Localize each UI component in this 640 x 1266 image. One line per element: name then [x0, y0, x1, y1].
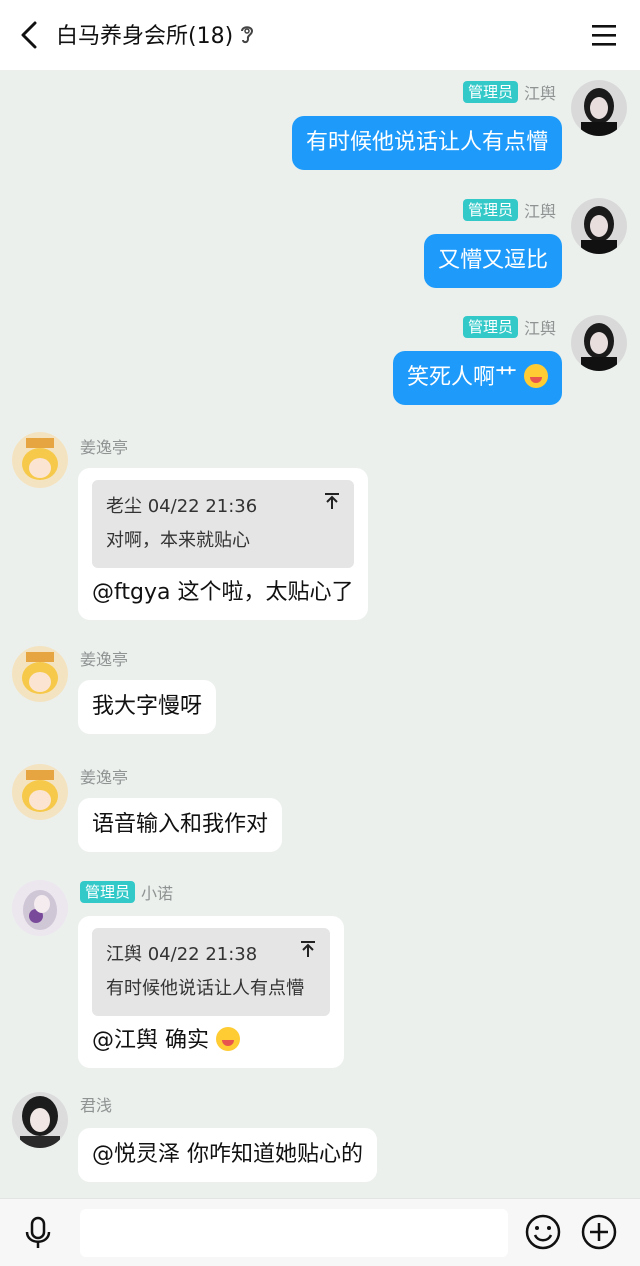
- quote-text: 有时候他说话让人有点懵: [106, 978, 304, 999]
- sender-name: 姜逸亭: [80, 438, 129, 457]
- avatar[interactable]: [12, 1092, 68, 1148]
- input-bar: [0, 1198, 640, 1266]
- message-bubble[interactable]: 老尘 04/22 21:36 对啊，本来就贴心 @ftgya 这个啦，太贴心了: [78, 468, 368, 620]
- message-bubble[interactable]: @悦灵泽 你咋知道她贴心的: [78, 1128, 377, 1182]
- message-text: 语音输入和我作对: [92, 812, 269, 837]
- chat-title: 白马养身会所(18): [56, 18, 255, 50]
- sender-name: 姜逸亭: [80, 768, 129, 787]
- laughing-emoji-icon: [524, 364, 548, 388]
- message-input[interactable]: [80, 1209, 508, 1257]
- sender-name: 姜逸亭: [80, 650, 129, 669]
- admin-badge: 管理员: [462, 316, 518, 338]
- message-text: @江舆 确实: [92, 1028, 209, 1053]
- chat-header: 白马养身会所(18): [0, 0, 640, 70]
- smiley-icon: [525, 1214, 561, 1250]
- group-name: 白马养身会所(18): [56, 24, 234, 49]
- avatar[interactable]: [12, 880, 68, 936]
- avatar[interactable]: [12, 646, 68, 702]
- sender-meta: 姜逸亭: [80, 646, 128, 670]
- jump-to-top-icon: [301, 941, 315, 957]
- jump-to-top-icon: [325, 493, 339, 509]
- message-text: 笑死人啊艹: [406, 365, 517, 390]
- message-bubble[interactable]: 我大字慢呀: [78, 680, 217, 734]
- sender-name: 江舆: [523, 319, 556, 338]
- message-bubble[interactable]: 又懵又逗比: [423, 234, 562, 288]
- avatar[interactable]: [12, 432, 68, 488]
- sender-meta: 管理员 江舆: [462, 80, 556, 104]
- message-text: 有时候他说话让人有点懵: [305, 130, 548, 155]
- emoji-button[interactable]: [524, 1213, 562, 1251]
- message-bubble[interactable]: 笑死人啊艹: [392, 351, 562, 405]
- admin-badge: 管理员: [462, 81, 518, 103]
- sender-meta: 姜逸亭: [80, 764, 128, 788]
- quoted-message[interactable]: 老尘 04/22 21:36 对啊，本来就贴心: [92, 480, 354, 568]
- quote-author-time: 江舆 04/22 21:38: [106, 944, 258, 965]
- message-text: @ftgya 这个啦，太贴心了: [92, 580, 354, 605]
- chevron-left-icon: [21, 21, 37, 49]
- message-text: 又懵又逗比: [437, 248, 548, 273]
- quote-author-time: 老尘 04/22 21:36: [106, 496, 258, 517]
- sender-meta: 姜逸亭: [80, 434, 128, 458]
- voice-button[interactable]: [20, 1215, 56, 1251]
- sender-name: 江舆: [523, 202, 556, 221]
- sender-name: 君浅: [80, 1096, 113, 1115]
- message-bubble[interactable]: 有时候他说话让人有点懵: [291, 116, 562, 170]
- message-text: @悦灵泽 你咋知道她贴心的: [92, 1142, 363, 1167]
- quote-text: 对啊，本来就贴心: [106, 530, 250, 551]
- back-button[interactable]: [14, 20, 44, 50]
- laughing-emoji-icon: [216, 1027, 240, 1051]
- quoted-message[interactable]: 江舆 04/22 21:38 有时候他说话让人有点懵: [92, 928, 330, 1016]
- sender-meta: 管理员 江舆: [462, 315, 556, 339]
- ear-icon: [241, 26, 254, 44]
- sender-meta: 管理员 小诺: [80, 880, 173, 904]
- message-text: 我大字慢呀: [92, 694, 203, 719]
- message-bubble[interactable]: 江舆 04/22 21:38 有时候他说话让人有点懵 @江舆 确实: [78, 916, 344, 1068]
- microphone-icon: [25, 1216, 51, 1248]
- sender-meta: 管理员 江舆: [462, 198, 556, 222]
- hamburger-menu-icon: [592, 25, 616, 46]
- plus-circle-icon: [581, 1214, 617, 1250]
- sender-name: 江舆: [523, 84, 556, 103]
- more-button[interactable]: [580, 1213, 618, 1251]
- avatar[interactable]: [571, 315, 627, 371]
- admin-badge: 管理员: [80, 881, 136, 903]
- avatar[interactable]: [571, 80, 627, 136]
- avatar[interactable]: [571, 198, 627, 254]
- admin-badge: 管理员: [462, 199, 518, 221]
- message-bubble[interactable]: 语音输入和我作对: [78, 798, 283, 852]
- message-list[interactable]: 管理员 江舆 有时候他说话让人有点懵 管理员 江舆 又懵又逗比 管理员 江舆 笑…: [0, 70, 640, 1198]
- avatar[interactable]: [12, 764, 68, 820]
- menu-button[interactable]: [590, 22, 618, 48]
- sender-meta: 君浅: [80, 1092, 112, 1116]
- sender-name: 小诺: [141, 884, 174, 903]
